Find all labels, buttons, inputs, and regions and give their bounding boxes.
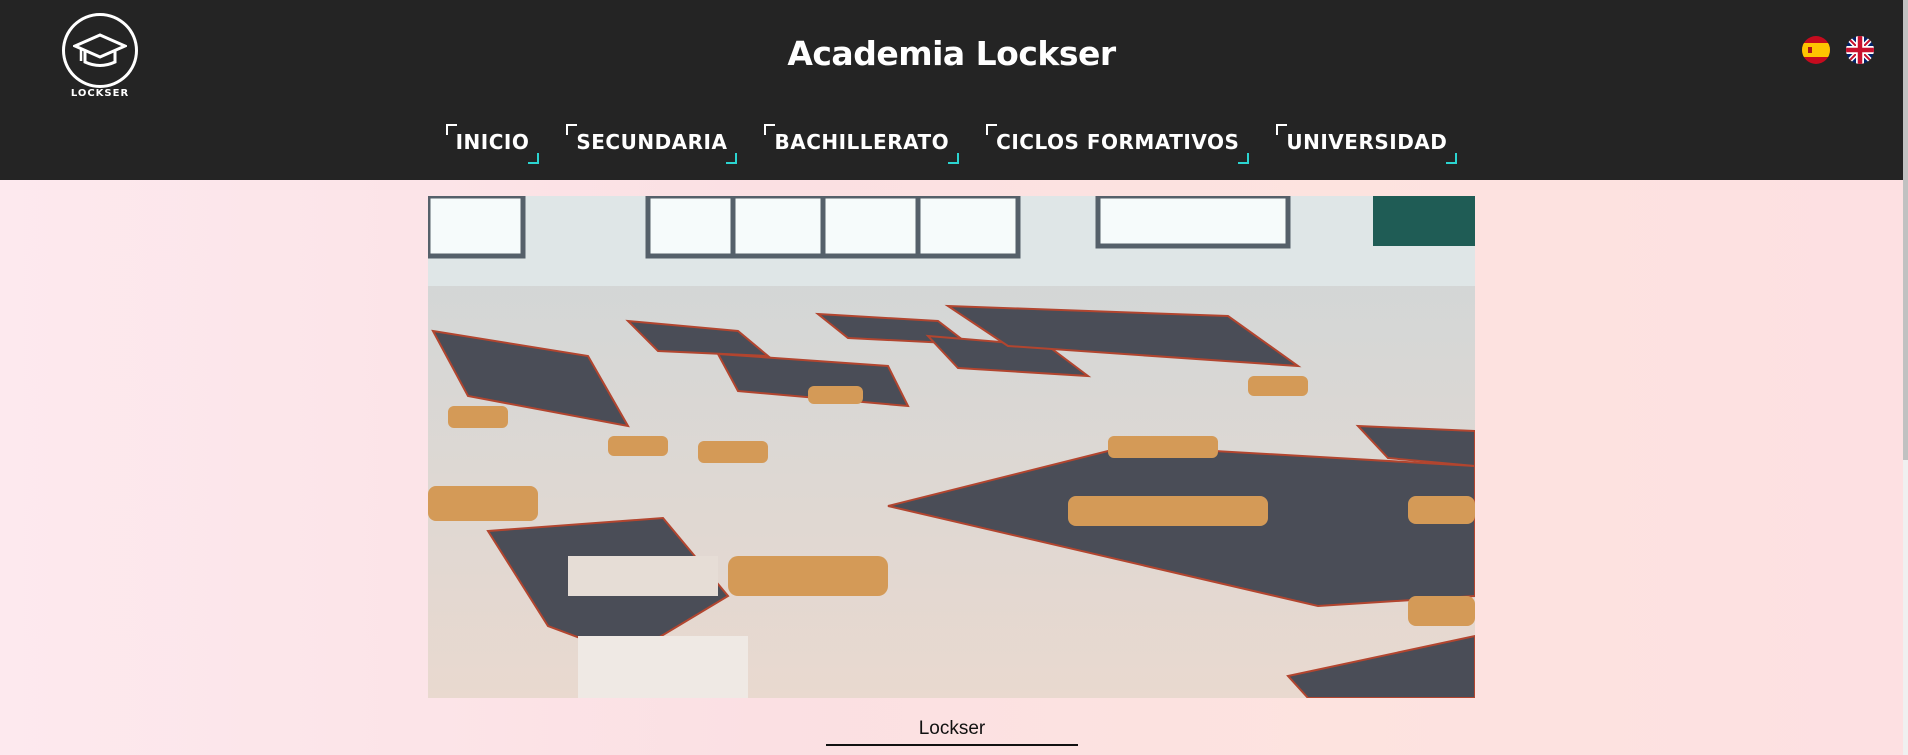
nav-item-universidad[interactable]: UNIVERSIDAD [1276,124,1458,164]
language-selector [1802,36,1874,64]
nav-item-secundaria[interactable]: SECUNDARIA [566,124,738,164]
classroom-hero-image [428,196,1475,698]
site-header: LOCKSER Academia Lockser INICIO SECUNDAR… [0,0,1903,180]
site-title: Academia Lockser [787,34,1116,73]
main-nav: INICIO SECUNDARIA BACHILLERATO CICLOS FO… [0,124,1903,164]
nav-item-bachillerato[interactable]: BACHILLERATO [764,124,959,164]
page-scrollbar[interactable] [1903,0,1908,755]
logo-text: LOCKSER [70,88,130,99]
uk-flag-icon[interactable] [1846,36,1874,64]
nav-item-inicio[interactable]: INICIO [445,124,540,164]
scrollbar-thumb[interactable] [1903,0,1908,460]
nav-item-ciclos-formativos[interactable]: CICLOS FORMATIVOS [986,124,1250,164]
hero-caption: Lockser [826,718,1078,746]
spain-flag-icon[interactable] [1802,36,1830,64]
